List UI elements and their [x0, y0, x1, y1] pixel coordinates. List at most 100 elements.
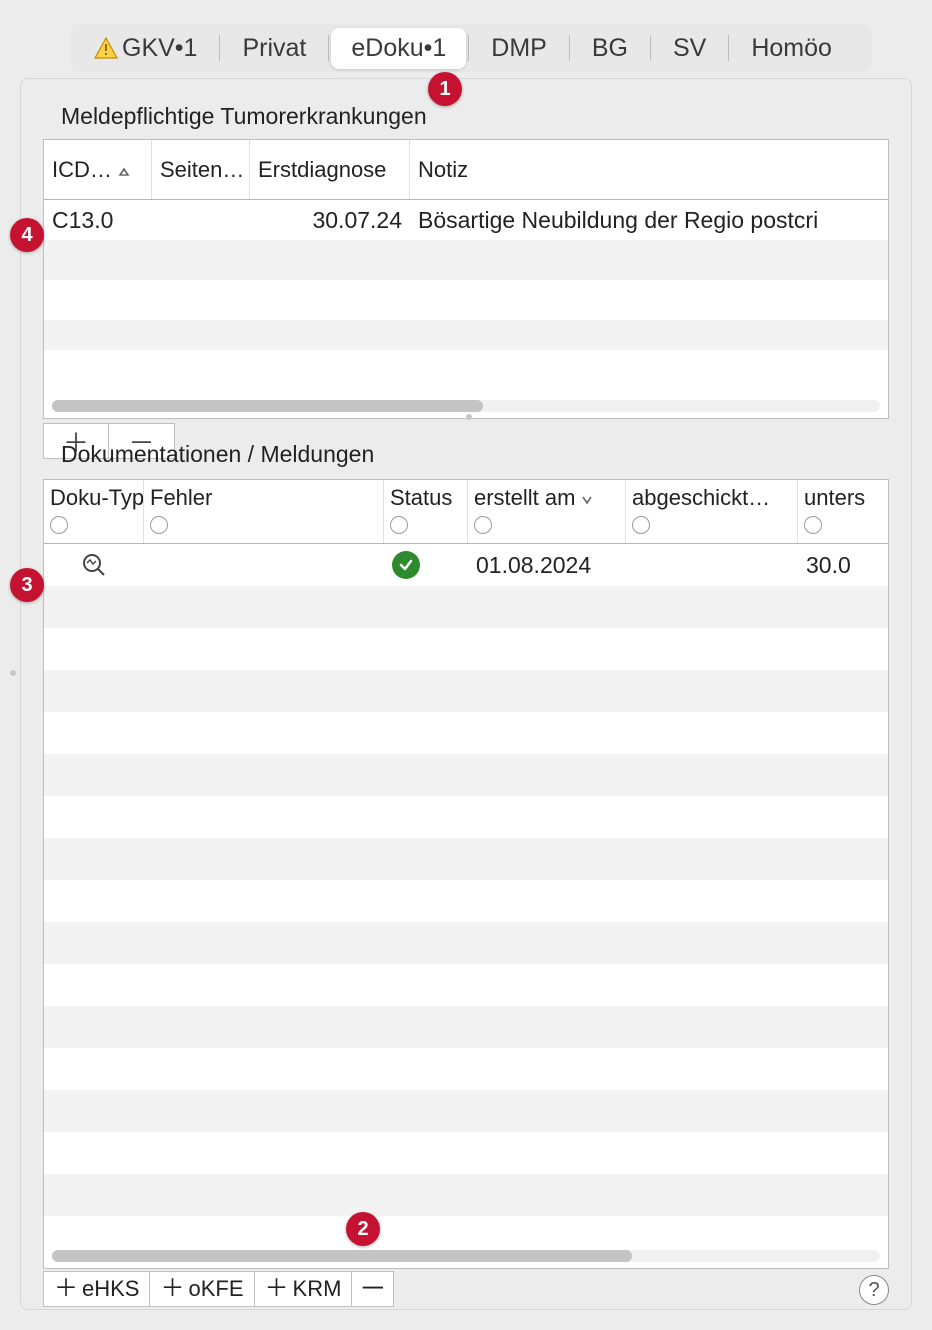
col-label: Erstdiagnose — [258, 157, 386, 183]
cell-unters: 30.0 — [798, 544, 872, 586]
table-row[interactable] — [44, 320, 888, 350]
tab-label: Privat — [242, 34, 306, 63]
scrollbar-thumb[interactable] — [52, 400, 483, 412]
filter-circle-icon[interactable] — [50, 516, 68, 534]
tab-sv[interactable]: SV — [653, 28, 726, 69]
table-row[interactable] — [44, 964, 888, 1006]
col-erstdiagnose[interactable]: Erstdiagnose — [250, 140, 410, 199]
col-seite[interactable]: Seiten… — [152, 140, 250, 199]
tab-label: DMP — [491, 34, 547, 63]
table-row[interactable] — [44, 712, 888, 754]
tab-separator — [569, 35, 570, 61]
add-ehks-button[interactable]: ＋eHKS — [43, 1271, 150, 1307]
col-label: unters — [804, 484, 866, 512]
col-label: ICD… — [52, 157, 112, 183]
doku-table-header: Doku-Typ Fehler Status erstellt am — [44, 480, 888, 544]
col-erstellt[interactable]: erstellt am — [468, 480, 626, 543]
splitter-handle[interactable] — [466, 414, 472, 420]
magnifier-icon — [81, 552, 107, 578]
tumor-table: ICD… Seiten… Erstdiagnose Notiz C13.0 30… — [43, 139, 889, 419]
tab-gkv[interactable]: GKV•1 — [74, 28, 217, 69]
table-row[interactable] — [44, 240, 888, 280]
horizontal-scrollbar[interactable] — [52, 400, 880, 412]
tab-bg[interactable]: BG — [572, 28, 648, 69]
cell-erstellt: 01.08.2024 — [468, 544, 626, 586]
col-status[interactable]: Status — [384, 480, 468, 543]
plus-icon: ＋ — [160, 1277, 184, 1301]
question-icon: ? — [868, 1279, 879, 1302]
remove-doku-button[interactable]: － — [352, 1271, 394, 1307]
table-row[interactable] — [44, 1090, 888, 1132]
scrollbar-thumb[interactable] — [52, 1250, 632, 1262]
table-row[interactable] — [44, 796, 888, 838]
cell-erstdiagnose: 30.07.24 — [250, 207, 410, 234]
col-abgeschickt[interactable]: abgeschickt… — [626, 480, 798, 543]
add-okfe-button[interactable]: ＋oKFE — [150, 1271, 254, 1307]
filter-circle-icon[interactable] — [632, 516, 650, 534]
cell-notiz: Bösartige Neubildung der Regio postcri — [410, 207, 888, 234]
table-row[interactable] — [44, 1048, 888, 1090]
table-row[interactable] — [44, 670, 888, 712]
section-title-tumor: Meldepflichtige Tumorerkrankungen — [61, 103, 427, 130]
col-dokutyp[interactable]: Doku-Typ — [44, 480, 144, 543]
cell-icd: C13.0 — [44, 207, 152, 234]
tab-label: SV — [673, 34, 706, 63]
table-row[interactable] — [44, 880, 888, 922]
status-ok-icon — [392, 551, 420, 579]
col-label: Seiten… — [160, 157, 244, 183]
filter-circle-icon[interactable] — [474, 516, 492, 534]
tab-label: Homöo — [751, 34, 832, 63]
col-unters[interactable]: unters — [798, 480, 872, 543]
tab-edoku[interactable]: eDoku•1 — [331, 28, 466, 69]
table-row[interactable] — [44, 754, 888, 796]
table-row[interactable] — [44, 922, 888, 964]
table-row[interactable] — [44, 838, 888, 880]
col-fehler[interactable]: Fehler — [144, 480, 384, 543]
table-row[interactable] — [44, 1006, 888, 1048]
col-label: erstellt am — [474, 484, 619, 512]
tab-dmp[interactable]: DMP — [471, 28, 567, 69]
tumor-table-header: ICD… Seiten… Erstdiagnose Notiz — [44, 140, 888, 200]
col-label: Status — [390, 484, 461, 512]
table-row[interactable] — [44, 1174, 888, 1216]
cell-abgeschickt — [626, 544, 798, 586]
tab-separator — [328, 35, 329, 61]
help-button[interactable]: ? — [859, 1275, 889, 1305]
table-row[interactable] — [44, 628, 888, 670]
tab-separator — [650, 35, 651, 61]
table-row[interactable]: C13.0 30.07.24 Bösartige Neubildung der … — [44, 200, 888, 240]
col-label: abgeschickt… — [632, 484, 791, 512]
cell-dokutyp — [44, 544, 144, 586]
tab-separator — [219, 35, 220, 61]
filter-circle-icon[interactable] — [804, 516, 822, 534]
col-notiz[interactable]: Notiz — [410, 140, 888, 199]
col-label: Notiz — [418, 157, 468, 183]
btn-label: eHKS — [82, 1276, 139, 1302]
chevron-up-icon — [118, 157, 130, 183]
tab-homoeo[interactable]: Homöo — [731, 28, 852, 69]
minus-icon: － — [359, 1275, 387, 1303]
doku-table-body: 01.08.2024 30.0 — [44, 544, 888, 1242]
filter-circle-icon[interactable] — [390, 516, 408, 534]
callout-2: 2 — [346, 1212, 380, 1246]
filter-circle-icon[interactable] — [150, 516, 168, 534]
tumor-table-body: C13.0 30.07.24 Bösartige Neubildung der … — [44, 200, 888, 350]
tab-bar: GKV•1 Privat eDoku•1 DMP BG SV Homöo — [70, 24, 872, 72]
table-row[interactable] — [44, 586, 888, 628]
callout-1: 1 — [428, 72, 462, 106]
cell-fehler — [144, 544, 384, 586]
table-row[interactable] — [44, 1132, 888, 1174]
tab-label: GKV•1 — [122, 34, 197, 63]
tab-separator — [728, 35, 729, 61]
add-krm-button[interactable]: ＋KRM — [255, 1271, 353, 1307]
horizontal-scrollbar[interactable] — [52, 1250, 880, 1262]
table-row[interactable] — [44, 280, 888, 320]
side-handle[interactable] — [10, 670, 16, 676]
table-row[interactable]: 01.08.2024 30.0 — [44, 544, 888, 586]
tab-privat[interactable]: Privat — [222, 28, 326, 69]
callout-3: 3 — [10, 568, 44, 602]
tab-label: eDoku•1 — [351, 34, 446, 63]
col-icd[interactable]: ICD… — [44, 140, 152, 199]
col-label: Doku-Typ — [50, 484, 137, 512]
plus-icon: ＋ — [265, 1277, 289, 1301]
